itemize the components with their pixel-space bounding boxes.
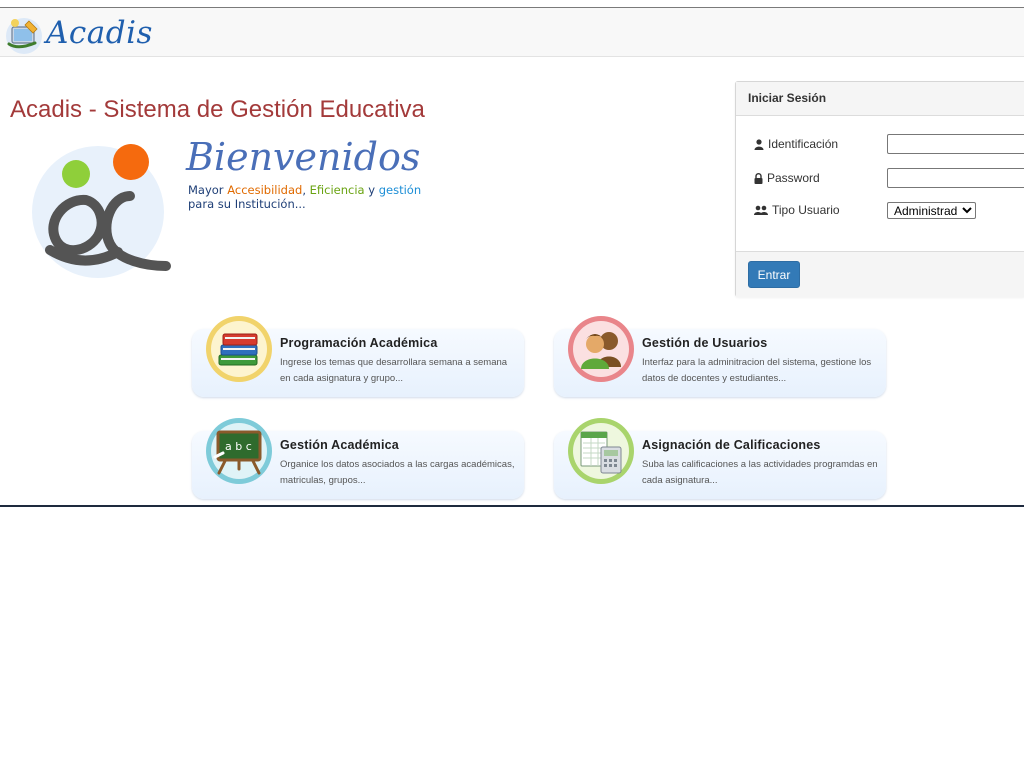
tagline-prefix: Mayor — [188, 183, 228, 197]
tagline-separator-1: , — [302, 183, 310, 197]
tagline-line-2: para su Institución... — [188, 197, 306, 211]
identificacion-label-text: Identificación — [768, 137, 839, 151]
tagline-accesibilidad: Accesibilidad — [227, 183, 303, 197]
page-title: Acadis - Sistema de Gestión Educativa — [10, 96, 425, 123]
user-icon — [754, 138, 764, 150]
login-footer: Entrar — [736, 251, 1024, 297]
navbar: Acadis — [0, 8, 1024, 57]
users-icon — [568, 316, 634, 382]
tagline-gestion: gestión — [378, 183, 422, 197]
grades-icon — [568, 418, 634, 484]
identificacion-input[interactable] — [887, 134, 1024, 154]
bottom-border — [0, 505, 1024, 507]
identificacion-label: Identificación — [754, 137, 838, 151]
welcome-heading: Bienvenidos — [186, 135, 421, 179]
tagline-eficiencia: Eficiencia — [309, 183, 365, 197]
feature-title: Programación Académica — [280, 336, 438, 350]
feature-title: Gestión Académica — [280, 438, 399, 452]
password-row: Password — [754, 167, 1024, 189]
lock-icon — [754, 172, 763, 184]
password-input[interactable] — [887, 168, 1024, 188]
login-panel: Iniciar Sesión Identificación Password T… — [735, 81, 1024, 297]
acadis-logo-icon — [6, 18, 42, 54]
entrar-button[interactable]: Entrar — [748, 261, 800, 288]
feature-card-usuarios[interactable]: Gestión de Usuarios Interfaz para la adm… — [554, 316, 886, 397]
feature-description: Interfaz para la adminitracion del siste… — [642, 357, 872, 384]
tipo-usuario-label: Tipo Usuario — [754, 203, 840, 217]
users-group-icon — [754, 205, 768, 215]
books-icon — [206, 316, 272, 382]
brand-name: Acadis — [46, 15, 153, 51]
welcome-tagline: Mayor Accesibilidad, Eficiencia y gestió… — [188, 183, 448, 211]
tagline-separator-2: y — [364, 183, 379, 197]
brand-link[interactable]: Acadis — [3, 11, 152, 55]
feature-description: Ingrese los temas que desarrollara seman… — [280, 357, 508, 384]
login-heading: Iniciar Sesión — [736, 82, 1024, 116]
feature-title: Asignación de Calificaciones — [642, 438, 821, 452]
tipo-usuario-row: Tipo Usuario Administrador — [754, 199, 1024, 221]
identificacion-row: Identificación — [754, 133, 1024, 155]
feature-card-calificaciones[interactable]: Asignación de Calificaciones Suba las ca… — [554, 418, 886, 499]
feature-description: Organice los datos asociados a las carga… — [280, 459, 515, 486]
welcome-logo-icon — [32, 144, 171, 278]
feature-card-gestion-academica[interactable]: a b c Gestión Académica Organice los dat… — [192, 418, 524, 499]
feature-description: Suba las calificaciones a las actividade… — [642, 459, 878, 486]
password-label: Password — [754, 171, 820, 185]
feature-card-programacion[interactable]: Programación Académica Ingrese los temas… — [192, 316, 524, 397]
chalkboard-icon: a b c — [206, 418, 272, 484]
password-label-text: Password — [767, 171, 820, 185]
feature-title: Gestión de Usuarios — [642, 336, 768, 350]
svg-text:a b c: a b c — [225, 440, 252, 453]
tipo-usuario-select[interactable]: Administrador — [887, 201, 976, 219]
tipo-usuario-label-text: Tipo Usuario — [772, 203, 840, 217]
